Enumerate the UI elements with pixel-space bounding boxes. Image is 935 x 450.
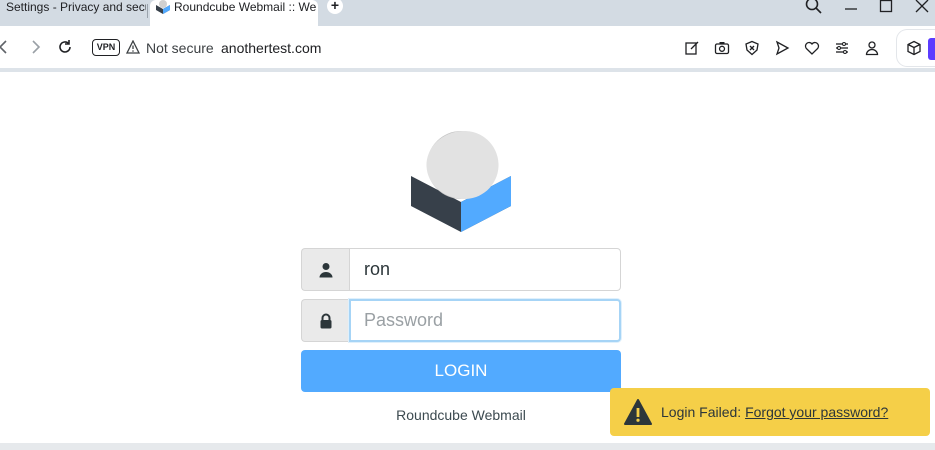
password-group (301, 299, 621, 342)
forward-icon[interactable] (25, 36, 47, 58)
bottom-strip (0, 443, 935, 450)
profile-icon[interactable] (864, 40, 880, 56)
user-icon (319, 263, 333, 278)
forgot-password-link[interactable]: Forgot your password? (745, 404, 888, 420)
browser-toolbar: VPN Not secure anothertest.com (0, 26, 935, 70)
new-tab-button[interactable]: + (327, 0, 343, 14)
lock-icon (320, 313, 332, 329)
reload-icon[interactable] (54, 36, 76, 58)
tab-strip: Settings - Privacy and secu Roundcube We… (0, 0, 935, 26)
extensions-icon[interactable] (906, 40, 922, 56)
warning-icon (624, 399, 652, 425)
close-icon[interactable] (912, 0, 932, 16)
camera-icon[interactable] (714, 40, 730, 56)
toast-message: Login Failed: (661, 404, 742, 420)
password-input[interactable] (349, 299, 621, 342)
vpn-badge[interactable]: VPN (92, 39, 120, 56)
search-icon[interactable] (804, 0, 824, 16)
menu-icon[interactable] (834, 40, 850, 56)
minimize-icon[interactable] (841, 0, 861, 16)
heart-icon[interactable] (804, 40, 820, 56)
error-toast[interactable]: Login Failed: Forgot your password? (610, 388, 930, 436)
tab-settings-title: Settings - Privacy and secu (6, 0, 146, 14)
send-icon[interactable] (774, 40, 790, 56)
toast-text: Login Failed: Forgot your password? (661, 404, 888, 420)
product-name: Roundcube Webmail (396, 407, 526, 423)
address-bar-url[interactable]: anothertest.com (221, 40, 321, 56)
login-button[interactable]: LOGIN (301, 350, 621, 392)
username-group (301, 248, 621, 291)
maximize-icon[interactable] (876, 0, 896, 16)
edit-icon[interactable] (684, 40, 700, 56)
roundcube-favicon-icon (156, 0, 170, 14)
tab-separator (147, 4, 148, 18)
username-input[interactable] (349, 248, 621, 291)
tab-roundcube[interactable]: Roundcube Webmail :: We (150, 0, 318, 26)
shield-icon[interactable] (744, 40, 760, 56)
tab-roundcube-title: Roundcube Webmail :: We (174, 0, 317, 14)
back-icon[interactable] (0, 36, 14, 58)
username-addon (301, 248, 349, 291)
toolbar-divider (0, 68, 935, 72)
password-addon (301, 299, 349, 342)
sidebar-toggle[interactable] (928, 38, 935, 60)
security-status[interactable]: Not secure (146, 40, 214, 56)
warning-icon[interactable] (126, 40, 140, 54)
tab-settings[interactable]: Settings - Privacy and secu (0, 0, 146, 20)
roundcube-logo (411, 130, 511, 232)
